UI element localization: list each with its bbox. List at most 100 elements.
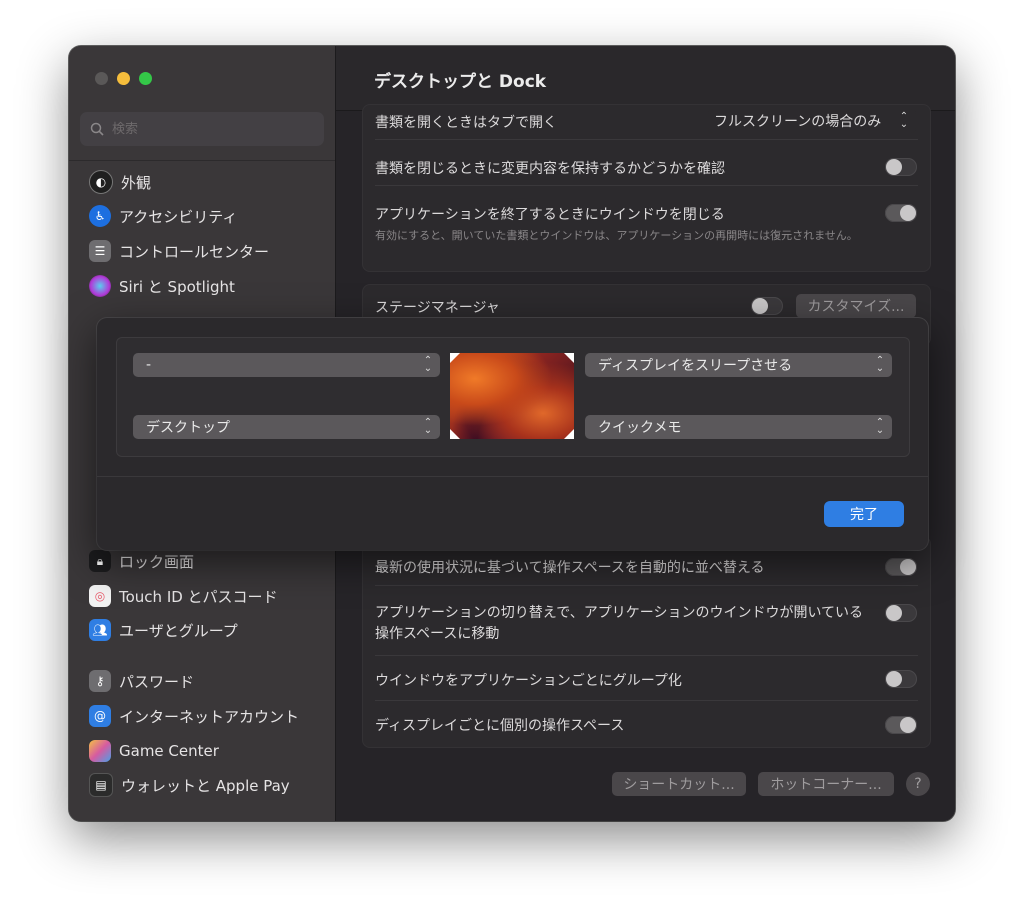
corner-marker [564,429,574,439]
divider [375,585,918,586]
sidebar-item-label: Touch ID とパスコード [119,587,278,606]
bottom-left-corner-select[interactable]: デスクトップ ⌃ ⌄ [133,415,440,439]
select-value: クイックメモ [598,420,682,436]
sidebar-item-label: コントロールセンター [119,242,270,261]
control-center-icon: ☰ [89,240,111,262]
sidebar-divider [69,160,335,161]
at-icon: @ [89,705,111,727]
divider [97,476,928,477]
search-input[interactable] [110,120,314,138]
stage-manager-toggle[interactable] [751,297,783,315]
top-right-corner-select[interactable]: ディスプレイをスリープさせる ⌃ ⌄ [585,353,892,377]
chevron-updown-icon: ⌃ ⌄ [875,417,885,436]
hot-corners-button[interactable]: ホットコーナー... [758,772,894,796]
row-label: 書類を閉じるときに変更内容を保持するかどうかを確認 [375,161,725,177]
sidebar-item-label: ウォレットと Apple Pay [121,776,290,795]
lock-icon: 🔒︎ [89,550,111,572]
divider [375,139,918,140]
sidebar-item-lock-screen[interactable]: 🔒︎ ロック画面 [89,546,194,576]
key-icon: ⚷ [89,670,111,692]
row-auto-rearrange: 最新の使用状況に基づいて操作スペースを自動的に並べ替える [375,557,918,577]
sidebar-item-label: Siri と Spotlight [119,277,235,296]
shortcuts-button[interactable]: ショートカット... [612,772,746,796]
confirm-changes-toggle[interactable] [885,158,917,176]
toolbar: デスクトップと Dock [336,46,955,111]
siri-icon [89,275,111,297]
mission-control-card: 最新の使用状況に基づいて操作スペースを自動的に並べ替える アプリケーションの切り… [362,536,931,748]
close-window-button[interactable] [95,72,108,85]
wallet-icon: ▤ [89,773,113,797]
help-button[interactable]: ? [906,772,930,796]
chevron-updown-icon: ⌃ ⌄ [899,111,909,130]
divider [375,700,918,701]
chevron-updown-icon: ⌃ ⌄ [875,355,885,374]
corner-marker [450,429,460,439]
sidebar-item-label: インターネットアカウント [119,707,300,726]
accessibility-icon: ♿ [89,205,111,227]
appearance-icon: ◐ [89,170,113,194]
row-label: ステージマネージャ [375,300,500,316]
row-confirm-changes: 書類を閉じるときに変更内容を保持するかどうかを確認 [375,158,918,178]
select-value: デスクトップ [146,420,230,436]
sidebar-item-appearance[interactable]: ◐ 外観 [89,167,151,197]
select-value: フルスクリーンの場合のみ [714,114,882,130]
switch-space-toggle[interactable] [885,604,917,622]
row-label: ウインドウをアプリケーションごとにグループ化 [375,673,682,689]
sidebar-item-control-center[interactable]: ☰ コントロールセンター [89,236,269,266]
open-in-tabs-select[interactable]: フルスクリーンの場合のみ ⌃ ⌄ [708,109,916,133]
sidebar-item-label: アクセシビリティ [119,207,238,226]
group-windows-toggle[interactable] [885,670,917,688]
sidebar-item-label: ユーザとグループ [119,621,238,640]
hot-corners-panel: - ⌃ ⌄ デスクトップ ⌃ ⌄ ディスプレイをスリープさせる ⌃ ⌄ クイックメモ … [116,337,910,457]
sidebar-item-wallet[interactable]: ▤ ウォレットと Apple Pay [89,770,290,800]
desktop-preview-image [450,353,574,439]
documents-card: 書類を開くときはタブで開く フルスクリーンの場合のみ ⌃ ⌄ 書類を閉じるときに変… [362,104,931,272]
row-label: アプリケーションの切り替えで、アプリケーションのウインドウが開いている操作スペー… [375,605,864,642]
divider [375,185,918,186]
sidebar-item-touch-id[interactable]: ◎ Touch ID とパスコード [89,581,278,611]
fingerprint-icon: ◎ [89,585,111,607]
sidebar-item-label: ロック画面 [119,552,195,571]
page-title: デスクトップと Dock [374,72,547,92]
bottom-right-corner-select[interactable]: クイックメモ ⌃ ⌄ [585,415,892,439]
divider [375,655,918,656]
game-center-icon [89,740,111,762]
sidebar-item-users[interactable]: 👥︎ ユーザとグループ [89,615,238,645]
traffic-lights [95,72,152,85]
close-windows-toggle[interactable] [885,204,917,222]
search-icon [90,122,104,136]
row-separate-spaces: ディスプレイごとに個別の操作スペース [375,715,918,735]
row-close-windows: アプリケーションを終了するときにウインドウを閉じる 有効にすると、開いていた書類… [375,204,875,243]
corner-marker [564,353,574,363]
minimize-window-button[interactable] [117,72,130,85]
sidebar-item-label: 外観 [121,173,152,192]
done-button[interactable]: 完了 [824,501,904,527]
sidebar-item-passwords[interactable]: ⚷ パスワード [89,666,194,696]
hot-corners-sheet: - ⌃ ⌄ デスクトップ ⌃ ⌄ ディスプレイをスリープさせる ⌃ ⌄ クイックメモ … [97,318,928,550]
sidebar-item-label: Game Center [119,742,219,760]
select-value: - [146,357,152,373]
row-label: ディスプレイごとに個別の操作スペース [375,718,625,734]
sidebar-item-accessibility[interactable]: ♿ アクセシビリティ [89,201,237,231]
row-label: 書類を開くときはタブで開く [375,115,557,131]
users-icon: 👥︎ [89,619,111,641]
separate-spaces-toggle[interactable] [885,716,917,734]
corner-marker [450,353,460,363]
top-left-corner-select[interactable]: - ⌃ ⌄ [133,353,440,377]
row-group-windows: ウインドウをアプリケーションごとにグループ化 [375,670,918,690]
stage-manager-customize-button[interactable]: カスタマイズ... [796,294,916,318]
chevron-updown-icon: ⌃ ⌄ [423,417,433,436]
sidebar-item-label: パスワード [119,672,195,691]
select-value: ディスプレイをスリープさせる [598,358,793,374]
sidebar-item-internet-accounts[interactable]: @ インターネットアカウント [89,701,299,731]
auto-rearrange-toggle[interactable] [885,558,917,576]
sidebar-item-game-center[interactable]: Game Center [89,736,219,766]
row-label: アプリケーションを終了するときにウインドウを閉じる [375,207,725,223]
maximize-window-button[interactable] [139,72,152,85]
sidebar-item-siri[interactable]: Siri と Spotlight [89,271,235,301]
search-field[interactable] [80,112,324,146]
row-description: 有効にすると、開いていた書類とウインドウは、アプリケーションの再開時には復元され… [375,229,858,242]
row-switch-space: アプリケーションの切り替えで、アプリケーションのウインドウが開いている操作スペー… [375,603,875,645]
row-label: 最新の使用状況に基づいて操作スペースを自動的に並べ替える [375,560,765,576]
chevron-updown-icon: ⌃ ⌄ [423,355,433,374]
